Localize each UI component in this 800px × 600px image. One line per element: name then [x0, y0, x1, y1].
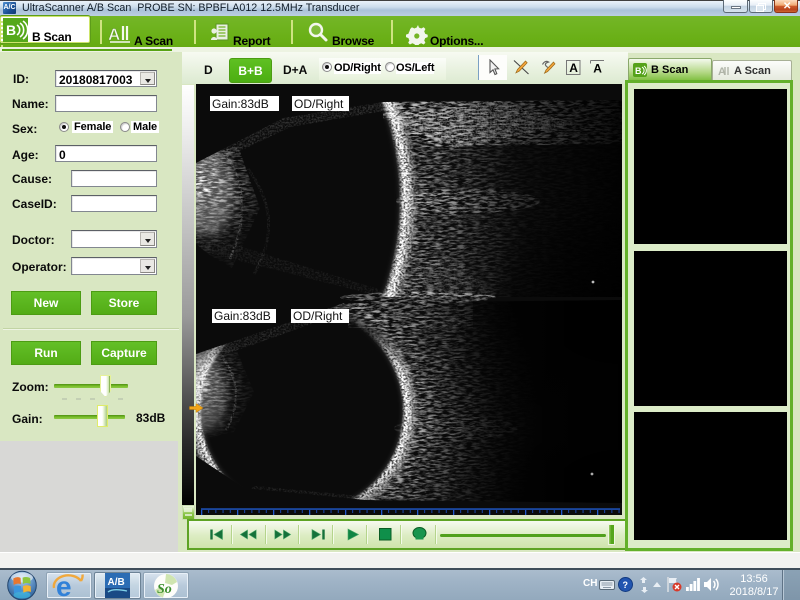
- svg-text:A: A: [593, 62, 602, 76]
- svg-text:A: A: [108, 25, 120, 44]
- svg-text:A: A: [569, 61, 578, 75]
- svg-text:Gain:83dB: Gain:83dB: [214, 309, 271, 323]
- svg-text:OD/Right: OD/Right: [294, 97, 344, 111]
- svg-text:OD/Right: OD/Right: [293, 309, 343, 323]
- svg-text:A/B: A/B: [108, 577, 125, 588]
- svg-text:B: B: [635, 66, 642, 76]
- svg-text:So: So: [157, 582, 172, 597]
- svg-text:Gain:83dB: Gain:83dB: [212, 97, 269, 111]
- svg-text:?: ?: [623, 580, 629, 590]
- svg-text:B: B: [6, 22, 16, 38]
